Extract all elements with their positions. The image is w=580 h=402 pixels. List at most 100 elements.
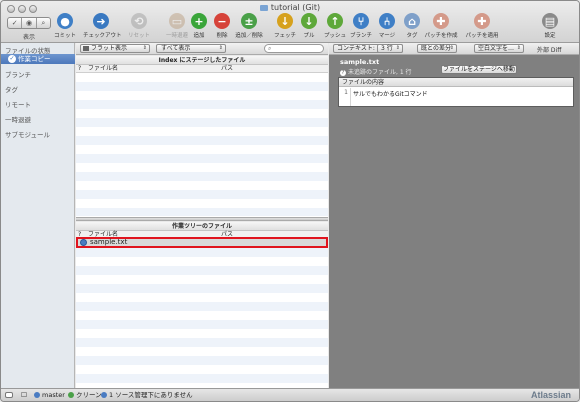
sidebar-item-branches[interactable]: ブランチ — [5, 69, 31, 79]
chevron-down-icon: ⇕ — [218, 45, 223, 51]
reset-icon: ⟲ — [131, 13, 147, 29]
commit-button[interactable]: ● コミット — [47, 13, 83, 39]
reset-label: リセット — [127, 33, 150, 39]
window-title-text: tutorial (Git) — [270, 3, 321, 12]
settings-button[interactable]: ▤ 設定 — [532, 13, 568, 39]
working-tree-title: 作業ツリーのファイル — [76, 222, 328, 231]
show-dropdown[interactable]: すべて表示 ⇕ — [156, 44, 226, 53]
search-icon: ⌕ — [268, 45, 272, 52]
view-toggle[interactable]: ✓ ◉ ⌕ — [7, 17, 51, 29]
info-icon — [101, 392, 107, 398]
view-label: 表示 — [22, 34, 35, 41]
tag-icon: ⌂ — [404, 13, 420, 29]
layout-dropdown-value: フラット表示 — [91, 45, 128, 52]
file-row-sample[interactable]: sample.txt — [76, 237, 328, 248]
branch-status: master — [34, 389, 65, 401]
chevron-down-icon: ⇕ — [516, 45, 521, 51]
whitespace-dropdown[interactable]: 空白文字を… ⇕ — [474, 44, 524, 53]
create-patch-button[interactable]: ✚ パッチを作成 — [423, 13, 459, 39]
clean-text: クリーン — [76, 391, 102, 399]
context-label: コンテキスト: — [337, 45, 375, 52]
line-text[interactable]: サルでもわかるGitコマンド — [353, 89, 428, 98]
chevron-down-icon: ⇕ — [449, 45, 454, 51]
sidebar-item-remotes[interactable]: リモート — [5, 99, 31, 109]
file-name: sample.txt — [90, 238, 128, 246]
reset-button: ⟲ リセット — [121, 13, 157, 39]
context-lines-dropdown[interactable]: 3 行 ⇕ — [377, 44, 403, 53]
whitespace-value: 空白文字を… — [478, 45, 515, 52]
diff-mode-dropdown[interactable]: 既との差分 ⇕ — [417, 44, 457, 53]
branch-icon — [34, 392, 40, 398]
branch-name: master — [42, 391, 65, 399]
list-icon — [83, 46, 89, 51]
diff-file-info-text: 未追跡のファイル, 1 行 — [348, 69, 412, 76]
status-bar: ☐ master クリーン 1 ソース管理下にありません Atlassian — [1, 388, 579, 401]
add-remove-button[interactable]: ± 追加／削除 — [231, 13, 267, 39]
chevron-down-icon: ⇕ — [395, 45, 400, 51]
staged-files-title: Index にステージしたファイル — [76, 56, 328, 65]
sidebar-item-submodules[interactable]: サブモジュール — [5, 129, 50, 139]
staged-files-pane: Index にステージしたファイル ? ファイル名 パス — [76, 56, 328, 217]
context-lines-value: 3 行 — [381, 45, 393, 52]
chevron-down-icon: ⇕ — [142, 45, 147, 51]
checkout-label: チェックアウト — [83, 33, 122, 39]
apply-patch-button[interactable]: ✚ パッチを適用 — [464, 13, 500, 39]
folder-icon — [259, 4, 268, 11]
remove-icon: − — [214, 13, 230, 29]
diff-file-name: sample.txt — [340, 58, 380, 66]
layout-dropdown[interactable]: フラット表示 ⇕ — [80, 44, 150, 53]
untracked-file-icon — [80, 239, 87, 246]
terminal-icon[interactable]: ☐ — [21, 389, 27, 401]
checkout-button[interactable]: ➜ チェックアウト — [83, 13, 122, 39]
branch-icon: ⑂ — [353, 13, 369, 29]
staged-column-header: ? ファイル名 パス — [76, 65, 328, 73]
working-tree-file-list[interactable] — [76, 239, 328, 387]
file-content-box: ファイルの内容 1 サルでもわかるGitコマンド — [338, 77, 574, 107]
diff-pane: コンテキスト: 3 行 ⇕ 既との差分 ⇕ 空白文字を… ⇕ 外部 Diff s… — [329, 43, 579, 388]
create-patch-icon: ✚ — [433, 13, 449, 29]
sidebar-item-working-copy[interactable]: ✓ 作業コピー — [1, 54, 75, 64]
toolbar: tutorial (Git) ✓ ◉ ⌕ 表示 ● コミット ➜ チェックアウト ⟲ リセ… — [1, 1, 579, 43]
external-diff-button[interactable]: 外部 Diff — [537, 45, 561, 54]
clean-status: クリーン — [68, 389, 102, 401]
line-gutter — [350, 88, 351, 106]
diff-toolbar: コンテキスト: 3 行 ⇕ 既との差分 ⇕ 空白文字を… ⇕ 外部 Diff — [329, 43, 579, 55]
checkout-icon: ➜ — [93, 13, 109, 29]
add-remove-label: 追加／削除 — [235, 33, 263, 39]
staged-file-list[interactable] — [76, 73, 328, 216]
sidebar: ファイルの状態 ✓ 作業コピー ブランチ タグ リモート 一時退避 サブモジュー… — [1, 43, 75, 388]
column-status[interactable]: ? — [78, 65, 81, 73]
add-remove-icon: ± — [241, 13, 257, 29]
search-input[interactable]: ⌕ — [264, 44, 324, 53]
sidebar-toggle-icon[interactable] — [5, 389, 15, 401]
app-window: tutorial (Git) ✓ ◉ ⌕ 表示 ● コミット ➜ チェックアウト ⟲ リセ… — [0, 0, 580, 402]
settings-icon: ▤ — [542, 13, 558, 29]
view-check-icon[interactable]: ✓ — [8, 18, 21, 28]
window-title: tutorial (Git) — [1, 3, 579, 12]
apply-patch-icon: ✚ — [474, 13, 490, 29]
sidebar-item-tags[interactable]: タグ — [5, 84, 18, 94]
clean-icon — [68, 392, 74, 398]
file-list-toolbar: フラット表示 ⇕ すべて表示 ⇕ ⌕ — [76, 43, 328, 55]
column-path[interactable]: パス — [221, 65, 233, 73]
file-content-header: ファイルの内容 — [339, 78, 573, 87]
create-patch-label: パッチを作成 — [424, 33, 458, 39]
apply-patch-label: パッチを適用 — [465, 33, 499, 39]
merge-icon: ⑃ — [379, 13, 395, 29]
push-icon: ↑ — [327, 13, 343, 29]
commit-icon: ● — [57, 13, 73, 29]
sidebar-item-label: 作業コピー — [18, 55, 51, 63]
untracked-status: 1 ソース管理下にありません — [101, 389, 193, 401]
pull-icon: ↓ — [301, 13, 317, 29]
sidebar-item-stashes[interactable]: 一時退避 — [5, 114, 31, 124]
view-eye-icon[interactable]: ◉ — [21, 18, 35, 28]
column-filename[interactable]: ファイル名 — [88, 65, 118, 73]
atlassian-logo: Atlassian — [530, 390, 571, 400]
stage-file-button[interactable]: ファイルをステージへ移動 — [441, 65, 517, 74]
untracked-text: 1 ソース管理下にありません — [109, 391, 193, 399]
diff-mode-value: 既との差分 — [421, 45, 451, 52]
show-dropdown-value: すべて表示 — [161, 45, 191, 52]
commit-label: コミット — [53, 33, 76, 39]
question-icon: ? — [340, 70, 346, 76]
pane-splitter[interactable] — [76, 217, 328, 221]
